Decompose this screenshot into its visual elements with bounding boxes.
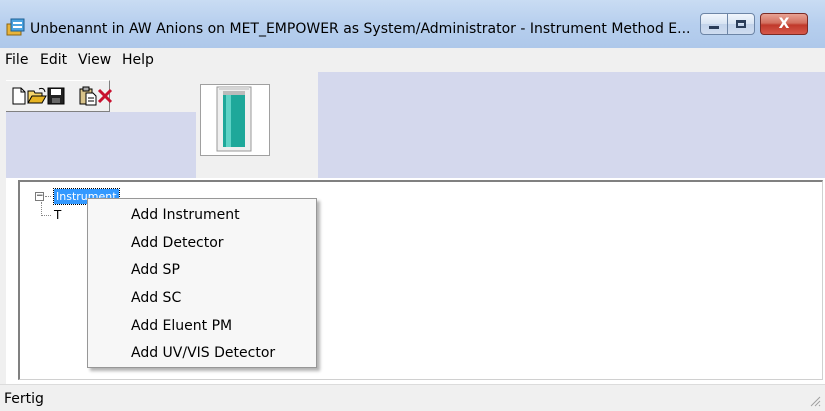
menu-add-detector[interactable]: Add Detector <box>131 235 224 251</box>
toolbar-background-right <box>318 72 825 178</box>
menu-view[interactable]: View <box>78 52 111 68</box>
new-button[interactable] <box>11 84 27 108</box>
toolbar-area <box>0 72 825 178</box>
tree-node-child[interactable]: T <box>54 208 61 222</box>
window-title: Unbenannt in AW Anions on MET_EMPOWER as… <box>30 21 691 37</box>
open-button[interactable] <box>27 84 47 108</box>
menu-add-eluent-pm[interactable]: Add Eluent PM <box>131 318 232 334</box>
column-cylinder-icon <box>201 86 269 159</box>
new-document-icon <box>11 87 27 105</box>
maximize-icon <box>736 20 746 28</box>
resize-grip-icon[interactable] <box>809 395 821 407</box>
tree-connector <box>41 215 51 216</box>
paste-button[interactable] <box>79 84 97 108</box>
paste-icon <box>79 86 97 106</box>
menu-add-instrument[interactable]: Add Instrument <box>131 207 240 223</box>
app-icon <box>6 18 26 36</box>
delete-x-icon <box>97 88 113 104</box>
minimize-button[interactable] <box>700 13 728 35</box>
menu-add-uv-vis-detector[interactable]: Add UV/VIS Detector <box>131 345 275 361</box>
file-toolbar <box>4 80 113 112</box>
maximize-button[interactable] <box>727 13 755 35</box>
left-edge <box>0 72 6 384</box>
save-disk-icon <box>47 87 65 105</box>
status-bar: Fertig <box>0 384 825 411</box>
minimize-icon <box>709 25 719 29</box>
menu-edit[interactable]: Edit <box>40 52 67 68</box>
status-text: Fertig <box>4 391 44 407</box>
close-button[interactable]: X <box>760 13 808 35</box>
delete-button[interactable] <box>97 84 113 108</box>
title-bar[interactable]: Unbenannt in AW Anions on MET_EMPOWER as… <box>0 0 825 48</box>
tree-connector <box>45 196 51 197</box>
save-button[interactable] <box>47 84 65 108</box>
collapse-icon[interactable]: − <box>35 192 44 201</box>
close-icon: X <box>778 16 790 32</box>
tree-connector <box>41 202 42 216</box>
instrument-image[interactable] <box>200 84 270 156</box>
context-menu: Add Instrument Add Detector Add SP Add S… <box>87 198 317 368</box>
toolbar-background <box>0 112 196 178</box>
app-window: Unbenannt in AW Anions on MET_EMPOWER as… <box>0 0 825 411</box>
menu-help[interactable]: Help <box>122 52 154 68</box>
open-folder-icon <box>27 87 47 105</box>
menu-add-sc[interactable]: Add SC <box>131 290 181 306</box>
menu-file[interactable]: File <box>5 52 28 68</box>
menu-bar: File Edit View Help <box>0 48 825 73</box>
menu-add-sp[interactable]: Add SP <box>131 262 180 278</box>
